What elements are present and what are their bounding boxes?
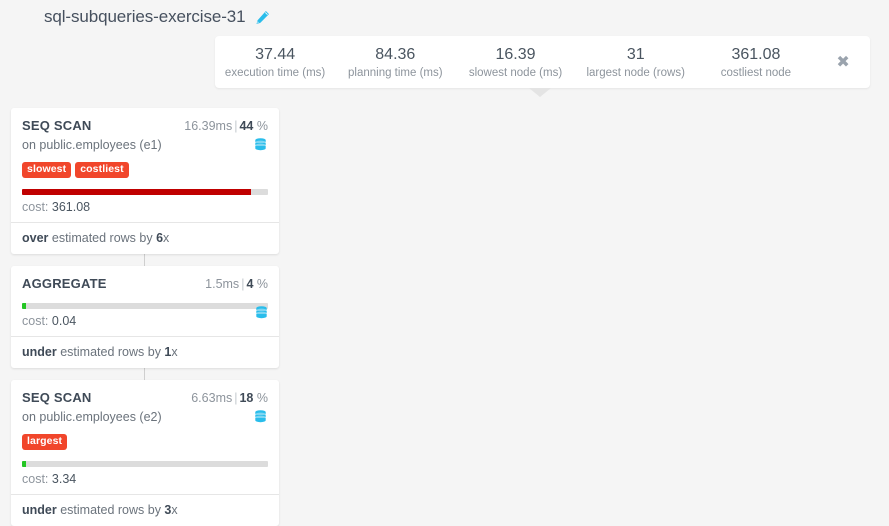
- row-estimate-line: over estimated rows by 6x: [22, 223, 268, 254]
- stat-largest-node: 31 largest node (rows): [576, 45, 696, 80]
- node-metrics: 16.39ms | 44 %: [184, 119, 268, 133]
- stat-value: 16.39: [495, 45, 536, 63]
- cost-line: cost: 361.08: [22, 195, 268, 222]
- node-relation-row: on public.employees (e2): [22, 410, 268, 427]
- node-badges: largest: [22, 434, 268, 450]
- stat-value: 84.36: [375, 45, 416, 63]
- node-duration: 1.5ms: [205, 277, 240, 291]
- row-estimate-line: under estimated rows by 3x: [22, 495, 268, 526]
- cost-label: cost:: [22, 200, 49, 214]
- stat-label: slowest node (ms): [468, 66, 563, 79]
- cost-value: 3.34: [51, 472, 77, 486]
- metric-separator: |: [241, 277, 245, 291]
- stat-planning-time: 84.36 planning time (ms): [335, 45, 455, 80]
- estimate-direction: over: [22, 231, 49, 245]
- node-relation-row: on public.employees (e1): [22, 138, 268, 155]
- node-metrics: 1.5ms | 4 %: [205, 277, 268, 291]
- estimate-suffix: x: [171, 345, 178, 359]
- close-icon: ✖: [836, 52, 850, 71]
- page-title: sql-subqueries-exercise-31: [44, 7, 246, 26]
- cost-value: 361.08: [51, 200, 91, 214]
- stat-label: costliest node: [720, 66, 792, 79]
- db-icon-slot: [255, 306, 268, 320]
- estimate-text: estimated rows by: [56, 345, 165, 359]
- estimate-direction: under: [22, 345, 57, 359]
- plan-title-row: sql-subqueries-exercise-31: [44, 4, 270, 30]
- metric-separator: |: [234, 119, 238, 133]
- database-icon[interactable]: [255, 306, 268, 320]
- status-badge: slowest: [22, 162, 72, 178]
- cost-line: cost: 0.04: [22, 309, 268, 336]
- stat-value: 361.08: [731, 45, 781, 63]
- estimate-suffix: x: [171, 503, 178, 517]
- stat-value: 31: [626, 45, 645, 63]
- db-icon-slot: [252, 410, 268, 424]
- cost-label: cost:: [22, 314, 49, 328]
- database-icon[interactable]: [254, 410, 267, 424]
- node-percent: 4: [246, 277, 254, 291]
- plan-node-card[interactable]: AGGREGATE 1.5ms|4 % cost: 0.04 under e: [11, 266, 279, 368]
- estimate-direction: under: [22, 503, 57, 517]
- stat-slowest-node: 16.39 slowest node (ms): [455, 45, 575, 80]
- node-header: SEQ SCAN 16.39ms | 44 %: [22, 118, 268, 133]
- stat-label: planning time (ms): [348, 66, 443, 79]
- plan-node-card[interactable]: SEQ SCAN 6.63ms | 18 % on public.employees…: [11, 380, 279, 526]
- node-percent-unit: %: [256, 119, 268, 133]
- stat-value: 37.44: [255, 45, 296, 63]
- cost-line: cost: 3.34: [22, 467, 268, 494]
- node-relation: on public.employees (e1): [22, 138, 162, 152]
- node-duration: 16.39ms: [184, 119, 233, 133]
- node-connector: [144, 368, 145, 380]
- stat-execution-time: 37.44 execution time (ms): [215, 45, 335, 80]
- cost-label: cost:: [22, 472, 49, 486]
- node-badges: slowest costliest: [22, 162, 268, 178]
- cost-value: 0.04: [51, 314, 77, 328]
- estimate-text: estimated rows by: [48, 231, 157, 245]
- database-icon[interactable]: [254, 138, 267, 152]
- node-connector: [144, 254, 145, 266]
- node-type: SEQ SCAN: [22, 118, 92, 133]
- pencil-icon[interactable]: [255, 10, 270, 25]
- stat-label: execution time (ms): [224, 66, 326, 79]
- node-metrics: 6.63ms | 18 %: [191, 391, 268, 405]
- node-type: AGGREGATE: [22, 276, 107, 291]
- estimate-text: estimated rows by: [56, 503, 165, 517]
- node-relation: on public.employees (e2): [22, 410, 162, 424]
- db-icon-slot: [252, 138, 268, 152]
- plan-node-card[interactable]: SEQ SCAN 16.39ms | 44 % on public.employee…: [11, 108, 279, 254]
- node-percent: 44: [239, 119, 254, 133]
- stat-costliest-node: 361.08 costliest node: [696, 45, 816, 80]
- estimate-suffix: x: [163, 231, 170, 245]
- summary-stats-panel: 37.44 execution time (ms) 84.36 planning…: [215, 36, 870, 88]
- row-estimate-line: under estimated rows by 1x: [22, 337, 268, 368]
- close-button[interactable]: ✖: [816, 54, 870, 70]
- status-badge: largest: [22, 434, 68, 450]
- node-percent-unit: %: [256, 277, 268, 291]
- query-plan-tree: SEQ SCAN 16.39ms | 44 % on public.employee…: [11, 108, 279, 526]
- stat-label: largest node (rows): [586, 66, 685, 79]
- stats-panel-arrow: [529, 88, 551, 97]
- node-type: SEQ SCAN: [22, 390, 92, 405]
- node-header: AGGREGATE 1.5ms | 4 %: [22, 276, 268, 291]
- node-header: SEQ SCAN 6.63ms | 18 %: [22, 390, 268, 405]
- node-percent-unit: %: [256, 391, 268, 405]
- node-percent: 18: [239, 391, 254, 405]
- node-duration: 6.63ms: [191, 391, 233, 405]
- estimate-factor: 6: [156, 231, 164, 245]
- estimate-factor: 3: [164, 503, 172, 517]
- status-badge: costliest: [75, 162, 129, 178]
- metric-separator: |: [234, 391, 238, 405]
